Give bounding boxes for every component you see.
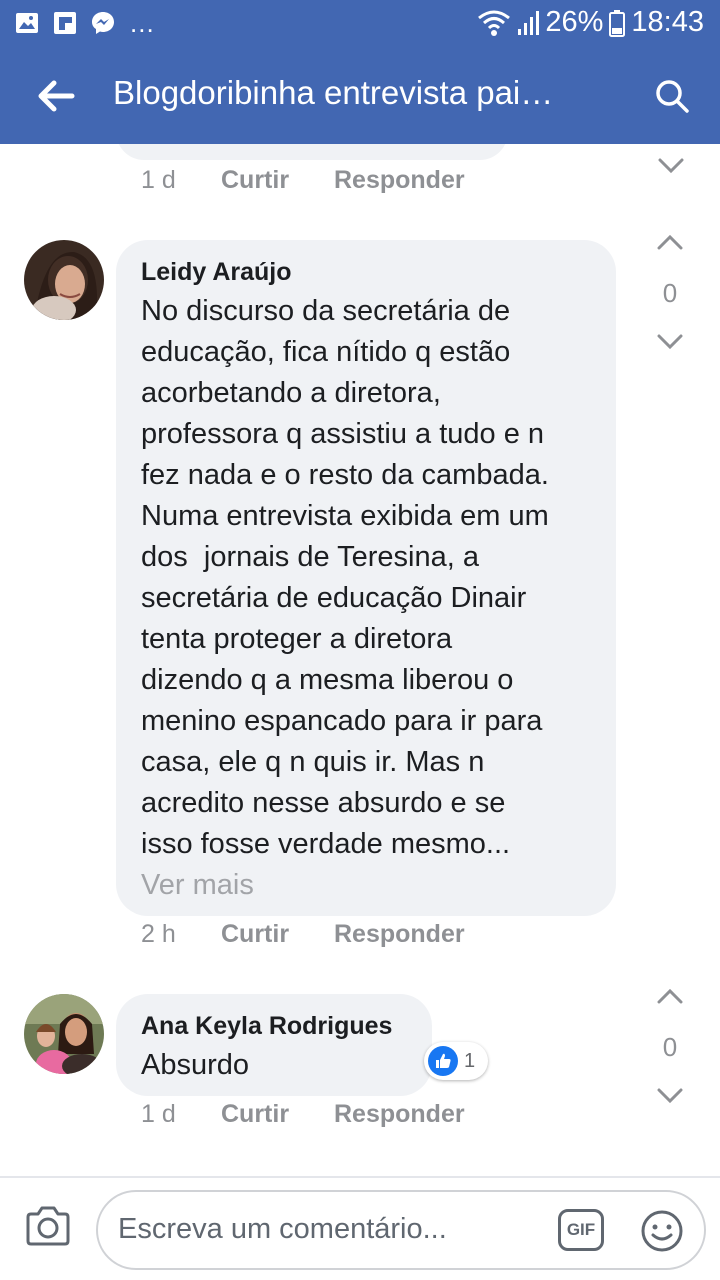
battery-percent: 26% [545, 6, 604, 38]
text-line: casa, ele q n quis ir. Mas n [141, 746, 485, 778]
reply-button[interactable]: Responder [334, 1100, 465, 1129]
text-line: acredito nesse absurdo e se [141, 787, 506, 819]
text-line: tenta proteger a diretora [141, 623, 453, 655]
vote-control: 0 [648, 234, 692, 350]
reply-button[interactable]: Responder [334, 920, 465, 949]
vote-control: 0 [648, 988, 692, 1104]
text-line: dizendo q a mesma liberou o [141, 664, 514, 696]
text-line: Numa entrevista exibida em um [141, 500, 549, 532]
app-bar: Blogdoribinha entrevista pai… [0, 48, 720, 144]
reaction-count: 1 [464, 1049, 476, 1072]
notification-icons: ... [14, 10, 155, 36]
comment-list[interactable]: 1 d Curtir Responder Leidy Araújo No dis… [0, 144, 720, 1176]
signal-icon [518, 10, 540, 35]
gif-button[interactable]: GIF [558, 1209, 604, 1251]
reply-button[interactable]: Responder [334, 166, 465, 195]
text-line: secretária de educação Dinair [141, 582, 527, 614]
comment-bubble[interactable]: Leidy Araújo No discurso da secretária d… [116, 240, 616, 916]
text-line: dos jornais de Teresina, a [141, 541, 480, 573]
comment-input[interactable]: Escreva um comentário... GIF [96, 1190, 706, 1270]
chevron-down-icon[interactable] [657, 1088, 683, 1104]
comment-bubble-partial [116, 144, 508, 160]
chevron-up-icon[interactable] [657, 234, 683, 250]
wifi-icon [478, 10, 511, 36]
text-line: fez nada e o resto da cambada. [141, 459, 549, 491]
system-status: 26% 18:43 [477, 6, 704, 39]
like-button[interactable]: Curtir [221, 166, 334, 195]
battery-icon [609, 9, 626, 37]
camera-icon[interactable] [24, 1205, 72, 1247]
text-line: isso fosse verdade mesmo... [141, 828, 511, 860]
status-bar: ... 26% 18:43 [0, 0, 720, 48]
text-line: No discurso da secretária de [141, 295, 511, 327]
page-title: Blogdoribinha entrevista pai… [113, 74, 554, 111]
more-notifications: ... [130, 8, 155, 38]
reaction-pill[interactable]: 1 [424, 1042, 488, 1080]
comment-placeholder: Escreva um comentário... [118, 1213, 447, 1245]
comment-composer: Escreva um comentário... GIF [0, 1176, 720, 1280]
text-line: menino espancado para ir para [141, 705, 543, 737]
text-line: educação, fica nítido q estão [141, 336, 511, 368]
like-button[interactable]: Curtir [221, 920, 334, 949]
smiley-icon[interactable] [640, 1209, 684, 1253]
comment-actions: 2 h Curtir Responder [141, 920, 465, 949]
comment-author[interactable]: Leidy Araújo [141, 258, 592, 287]
chevron-down-icon[interactable] [657, 334, 683, 350]
text-line: professora q assistiu a tudo e n [141, 418, 545, 450]
avatar[interactable] [24, 994, 104, 1074]
search-icon[interactable] [654, 78, 690, 114]
text-line: acorbetando a diretora, [141, 377, 441, 409]
comment-author[interactable]: Ana Keyla Rodrigues [141, 1012, 408, 1041]
vote-count: 0 [662, 278, 678, 308]
comment-actions: 1 d Curtir Responder [141, 1100, 465, 1129]
comment-text: No discurso da secretária de educação, f… [141, 291, 592, 865]
comment-actions: 1 d Curtir Responder [141, 166, 465, 195]
see-more-link[interactable]: Ver mais [141, 865, 592, 906]
clock: 18:43 [631, 6, 704, 38]
messenger-icon [92, 12, 114, 34]
comment-text: Absurdo [141, 1049, 250, 1081]
gallery-icon [16, 13, 38, 33]
like-button[interactable]: Curtir [221, 1100, 334, 1129]
comment-time: 1 d [141, 166, 176, 194]
thumbs-up-icon [428, 1046, 458, 1076]
chevron-down-icon[interactable] [658, 158, 684, 174]
arrow-left-icon[interactable] [36, 78, 76, 114]
comment-time: 1 d [141, 1100, 176, 1128]
avatar[interactable] [24, 240, 104, 320]
flipboard-icon [54, 12, 76, 34]
vote-count: 0 [662, 1032, 678, 1062]
comment-time: 2 h [141, 920, 176, 948]
comment-bubble[interactable]: Ana Keyla Rodrigues Absurdo [116, 994, 432, 1096]
chevron-up-icon[interactable] [657, 988, 683, 1004]
